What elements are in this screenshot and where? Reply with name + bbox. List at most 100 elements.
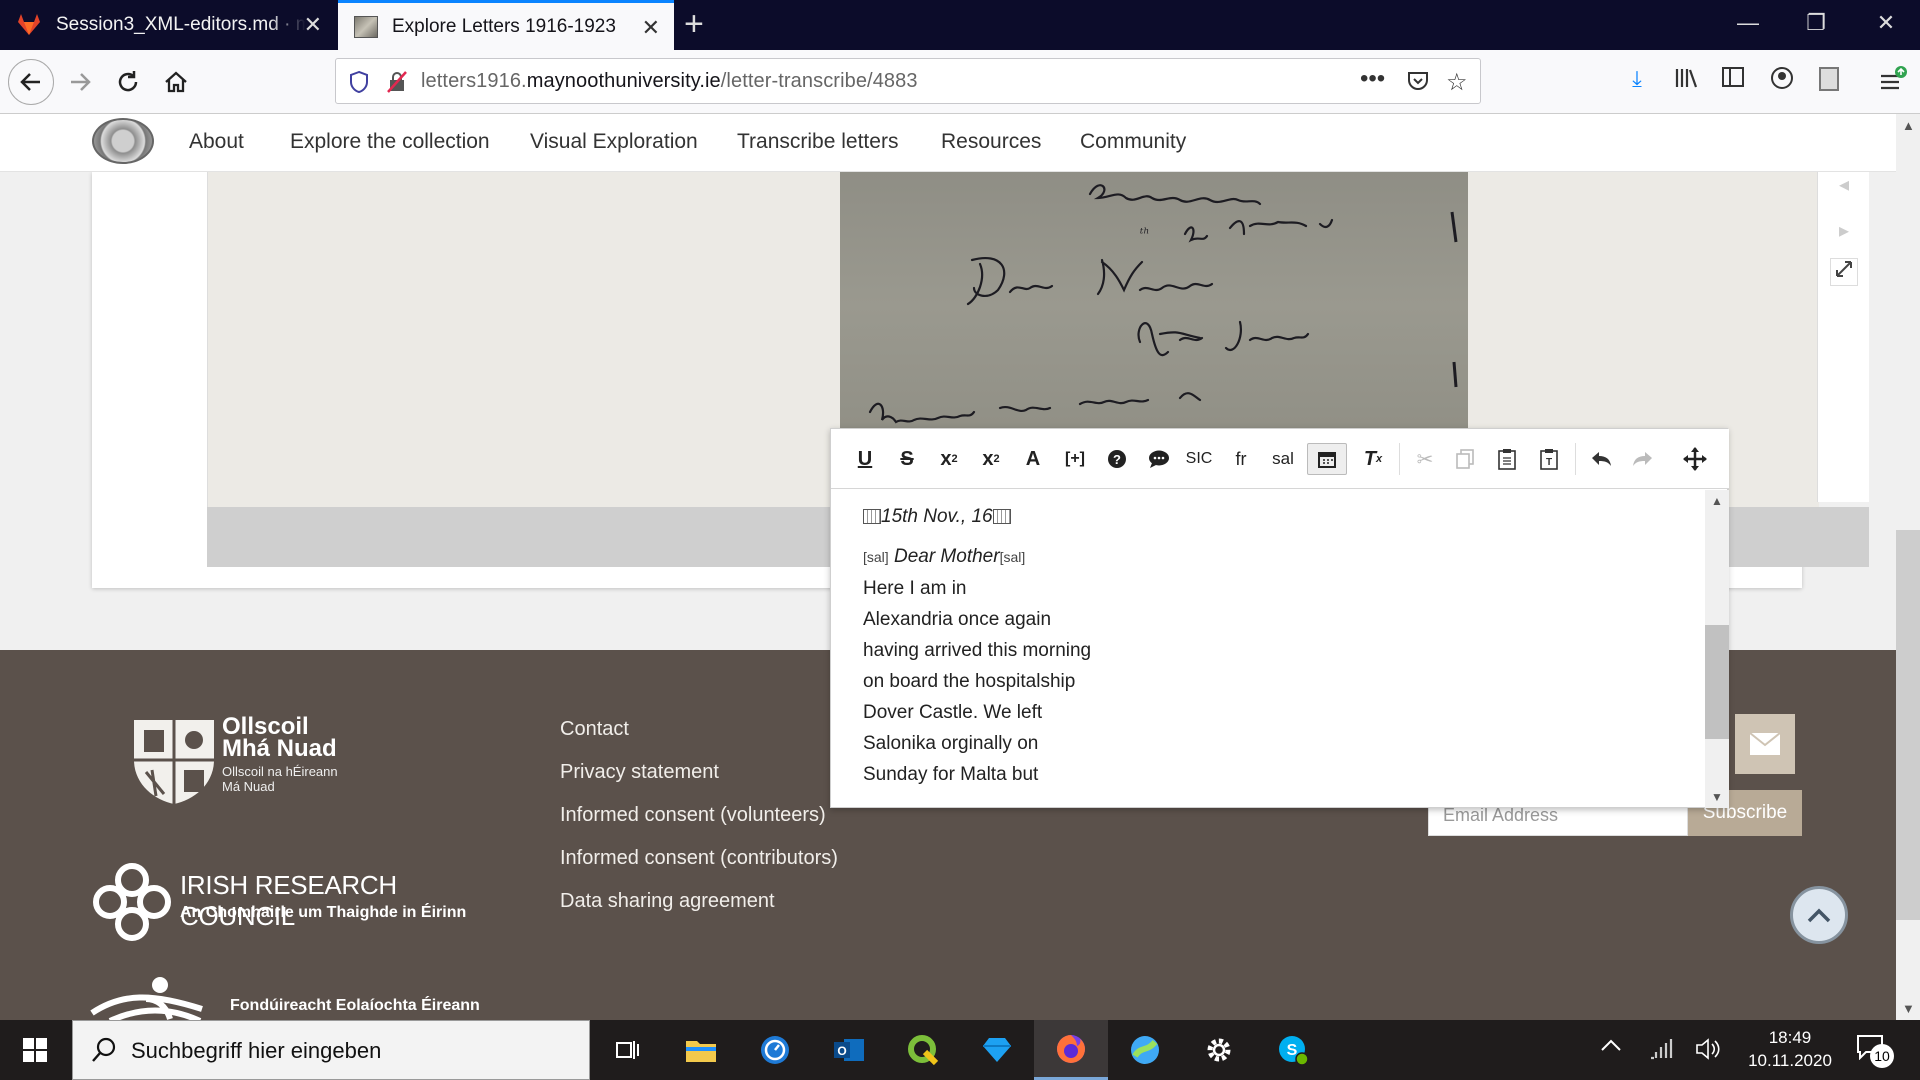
tab-session3-xml-editors[interactable]: Session3_XML-editors.md · master ✕ <box>0 0 336 50</box>
paste-plain-text-icon[interactable]: T <box>1533 443 1565 475</box>
sic-button[interactable]: SIC <box>1183 443 1215 475</box>
underline-button[interactable]: U <box>849 443 881 475</box>
download-icon[interactable]: ⤓ <box>1620 66 1654 92</box>
page-scroll-thumb[interactable] <box>1896 530 1920 920</box>
home-icon[interactable] <box>156 62 196 102</box>
cut-icon[interactable]: ✂ <box>1409 443 1441 475</box>
tab-explore-letters[interactable]: Explore Letters 1916-1923 ✕ <box>338 0 674 50</box>
skype-icon[interactable]: S <box>1256 1020 1330 1080</box>
reload-icon[interactable] <box>108 62 148 102</box>
scroll-to-top-button[interactable] <box>1790 886 1848 944</box>
footer-link-data-sharing[interactable]: Data sharing agreement <box>560 890 775 913</box>
library-icon[interactable] <box>1670 66 1704 96</box>
clock-date: 10.11.2020 <box>1748 1051 1832 1070</box>
menu-community[interactable]: Community <box>1080 130 1186 154</box>
note-button[interactable] <box>1143 443 1175 475</box>
settings-gear-icon[interactable] <box>1182 1020 1256 1080</box>
foreign-button[interactable]: fr <box>1225 443 1257 475</box>
envelope-icon <box>1749 732 1781 755</box>
footer-link-consent-volunteers[interactable]: Informed consent (volunteers) <box>560 804 826 827</box>
reader-view-icon[interactable] <box>1812 66 1846 98</box>
pocket-icon[interactable] <box>1406 69 1430 98</box>
bookmark-star-icon[interactable]: ☆ <box>1446 68 1468 97</box>
shield-icon[interactable] <box>348 70 370 99</box>
transcription-line: Alexandria once again <box>863 609 1052 630</box>
transcription-line: Dover Castle. We left <box>863 702 1043 723</box>
science-foundation-ireland-logo[interactable]: Fondúireacht Eolaíochta Éireann <box>90 975 510 1020</box>
transcription-editor: U S x2 x2 A [+] ? SIC fr sal Tx ✂ T 15th… <box>830 428 1729 808</box>
irish-research-council-logo[interactable]: IRISH RESEARCH COUNCIL An Chomhairle um … <box>90 860 510 941</box>
strikethrough-button[interactable]: S <box>891 443 923 475</box>
sfi-title: Fondúireacht Eolaíochta Éireann <box>230 997 480 1014</box>
account-icon[interactable] <box>1765 66 1799 96</box>
show-hidden-icons-icon[interactable] <box>1600 1038 1622 1057</box>
close-tab-icon[interactable]: ✕ <box>304 12 322 38</box>
paste-icon[interactable] <box>1491 443 1523 475</box>
notifications-icon[interactable]: 10 <box>1856 1034 1896 1068</box>
addition-button[interactable]: [+] <box>1059 443 1091 475</box>
date-button[interactable] <box>1307 443 1347 475</box>
firefox-icon[interactable] <box>1034 1020 1108 1080</box>
file-explorer-icon[interactable] <box>664 1020 738 1080</box>
insecure-connection-icon[interactable] <box>386 70 408 99</box>
qgis-icon[interactable] <box>886 1020 960 1080</box>
url-bar[interactable]: letters1916.maynoothuniversity.ie/letter… <box>335 58 1481 104</box>
footer-link-consent-contributors[interactable]: Informed consent (contributors) <box>560 847 838 870</box>
scroll-down-icon[interactable]: ▼ <box>1711 790 1723 804</box>
network-icon[interactable] <box>1648 1036 1674 1067</box>
footer-link-contact[interactable]: Contact <box>560 718 629 741</box>
university-name-line2: Mhá Nuad <box>222 735 337 762</box>
page-scroll-up-icon[interactable]: ▲ <box>1902 118 1915 133</box>
next-page-icon[interactable]: ▸ <box>1830 218 1858 246</box>
editor-scroll-thumb[interactable] <box>1705 625 1729 739</box>
close-tab-icon[interactable]: ✕ <box>642 15 660 41</box>
page-scroll-down-icon[interactable]: ▼ <box>1902 1001 1915 1016</box>
forward-icon[interactable] <box>60 62 100 102</box>
url-path: /letter-transcribe/4883 <box>720 70 918 92</box>
maps-app-icon[interactable] <box>1108 1020 1182 1080</box>
page-actions-icon[interactable]: ••• <box>1360 65 1385 93</box>
restore-icon[interactable]: ❐ <box>1796 10 1836 36</box>
letters-1916-logo[interactable] <box>92 118 154 164</box>
copy-icon[interactable] <box>1449 443 1481 475</box>
menu-resources[interactable]: Resources <box>941 130 1041 154</box>
close-window-icon[interactable]: ✕ <box>1866 10 1906 36</box>
superscript-button[interactable]: x2 <box>975 443 1007 475</box>
maynooth-university-logo[interactable]: Ollscoil Mhá Nuad Ollscoil na hÉireann M… <box>130 715 360 806</box>
task-view-icon[interactable] <box>590 1020 664 1080</box>
date-tag-open-icon <box>863 509 881 524</box>
browser-title-bar: Session3_XML-editors.md · master ✕ Explo… <box>0 0 1920 50</box>
sidebar-icon[interactable] <box>1716 66 1750 94</box>
sketch-app-icon[interactable] <box>960 1020 1034 1080</box>
unclear-button[interactable]: ? <box>1101 443 1133 475</box>
minimize-icon[interactable]: — <box>1728 10 1768 36</box>
fullscreen-icon[interactable] <box>1830 258 1858 286</box>
clock-app-icon[interactable] <box>738 1020 812 1080</box>
taskbar-search-box[interactable]: Suchbegriff hier eingeben <box>72 1020 590 1080</box>
new-tab-icon[interactable]: + <box>684 6 704 42</box>
redo-icon[interactable] <box>1627 443 1659 475</box>
svg-text:T: T <box>1546 457 1552 468</box>
menu-explore-collection[interactable]: Explore the collection <box>290 130 490 154</box>
menu-about[interactable]: About <box>189 130 244 154</box>
salute-button[interactable]: sal <box>1267 443 1299 475</box>
subscript-button[interactable]: x2 <box>933 443 965 475</box>
footer-link-privacy[interactable]: Privacy statement <box>560 761 719 784</box>
menu-visual-exploration[interactable]: Visual Exploration <box>530 130 698 154</box>
menu-icon[interactable] <box>1876 66 1910 98</box>
undo-icon[interactable] <box>1585 443 1617 475</box>
editor-content[interactable]: 15th Nov., 16 [sal] Dear Mother[sal] Her… <box>831 490 1705 808</box>
previous-page-icon[interactable]: ◂ <box>1830 172 1858 200</box>
remove-format-button[interactable]: Tx <box>1357 443 1389 475</box>
outlook-icon[interactable]: O <box>812 1020 886 1080</box>
scroll-up-icon[interactable]: ▲ <box>1711 494 1723 508</box>
windows-start-icon[interactable] <box>0 1020 70 1080</box>
volume-icon[interactable] <box>1694 1036 1720 1067</box>
back-icon[interactable] <box>8 59 54 105</box>
url-text[interactable]: letters1916.maynoothuniversity.ie/letter… <box>421 70 918 93</box>
menu-transcribe-letters[interactable]: Transcribe letters <box>737 130 898 154</box>
system-clock[interactable]: 18:49 10.11.2020 <box>1740 1026 1840 1072</box>
font-style-button[interactable]: A <box>1017 443 1049 475</box>
move-handle-icon[interactable] <box>1679 443 1711 475</box>
email-button[interactable] <box>1735 714 1795 774</box>
